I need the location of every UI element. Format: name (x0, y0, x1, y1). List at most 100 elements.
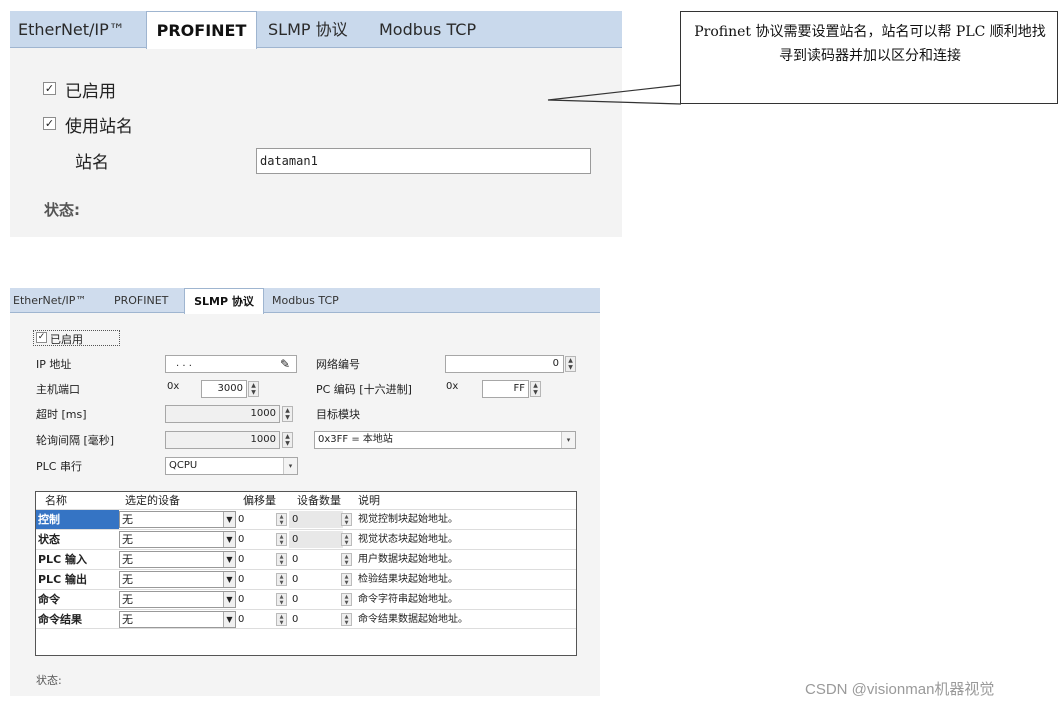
host-port-label: 主机端口 (36, 383, 80, 396)
offset-spinner-icon[interactable]: ▲ ▼ (276, 573, 287, 586)
station-name-input[interactable]: dataman1 (256, 148, 591, 174)
dropdown-arrow-icon[interactable]: ▼ (223, 532, 235, 547)
row-device-select[interactable]: 无 ▼ (119, 571, 236, 588)
row-device-select[interactable]: 无 ▼ (119, 551, 236, 568)
status-label: 状态: (44, 201, 80, 219)
network-number-input[interactable]: 0 (445, 355, 564, 373)
target-module-value: 0x3FF = 本地站 (318, 434, 393, 445)
row-offset[interactable]: 0 (238, 511, 244, 529)
row-count[interactable]: 0 (292, 571, 298, 589)
row-count[interactable]: 0 (292, 591, 298, 609)
row-offset[interactable]: 0 (238, 591, 244, 609)
count-spinner-icon[interactable]: ▲ ▼ (341, 553, 352, 566)
row-offset[interactable]: 0 (238, 611, 244, 629)
pencil-icon[interactable]: ✎ (280, 357, 290, 371)
poll-interval-spinner-icon[interactable]: ▲ ▼ (282, 432, 293, 448)
table-row[interactable]: PLC 输出 无 ▼ 0 ▲ ▼ 0 ▲ ▼ 检验结果块起始地址。 (36, 569, 576, 589)
table-row[interactable]: 命令 无 ▼ 0 ▲ ▼ 0 ▲ ▼ 命令字符串起始地址。 (36, 589, 576, 609)
offset-spinner-icon[interactable]: ▲ ▼ (276, 513, 287, 526)
tab-ethernet-ip[interactable]: EtherNet/IP™ (18, 11, 125, 48)
tab-slmp-2[interactable]: SLMP 协议 (184, 288, 264, 314)
dropdown-arrow-icon[interactable]: ▼ (223, 612, 235, 627)
offset-spinner-icon[interactable]: ▲ ▼ (276, 593, 287, 606)
row-name: 命令结果 (38, 613, 82, 626)
plc-serial-select[interactable]: QCPU ▾ (165, 457, 298, 475)
tab-modbus-tcp[interactable]: Modbus TCP (379, 11, 476, 48)
count-spinner-icon[interactable]: ▲ ▼ (341, 533, 352, 546)
timeout-input[interactable]: 1000 (165, 405, 280, 423)
ip-address-input[interactable]: . . . (165, 355, 297, 373)
offset-spinner-icon[interactable]: ▲ ▼ (276, 553, 287, 566)
device-table: 名称 选定的设备 偏移量 设备数量 说明 控制 无 ▼ 0 ▲ ▼ 0 ▲ ▼ 视觉控… (35, 491, 577, 656)
row-name: 状态 (38, 533, 60, 546)
row-count[interactable]: 0 (292, 531, 298, 549)
row-device-value: 无 (122, 573, 133, 586)
count-spinner-icon[interactable]: ▲ ▼ (341, 513, 352, 526)
pc-code-spinner-icon[interactable]: ▲ ▼ (530, 381, 541, 397)
tab-profinet[interactable]: PROFINET (146, 11, 257, 49)
pc-code-input[interactable]: FF (482, 380, 529, 398)
tab-profinet-2[interactable]: PROFINET (114, 288, 168, 313)
host-port-spinner-icon[interactable]: ▲ ▼ (248, 381, 259, 397)
table-row[interactable]: 控制 无 ▼ 0 ▲ ▼ 0 ▲ ▼ 视觉控制块起始地址。 (36, 509, 576, 529)
count-spinner-icon[interactable]: ▲ ▼ (341, 593, 352, 606)
poll-interval-label: 轮询间隔 [毫秒] (36, 434, 115, 447)
table-row[interactable]: 命令结果 无 ▼ 0 ▲ ▼ 0 ▲ ▼ 命令结果数据起始地址。 (36, 609, 576, 629)
host-port-prefix: 0x (167, 381, 180, 392)
enabled-label: 已启用 (65, 82, 116, 102)
network-number-spinner-icon[interactable]: ▲ ▼ (565, 356, 576, 372)
row-description: 视觉状态块起始地址。 (358, 534, 458, 545)
offset-spinner-icon[interactable]: ▲ ▼ (276, 533, 287, 546)
timeout-label: 超时 [ms] (36, 408, 87, 421)
row-count[interactable]: 0 (292, 551, 298, 569)
plc-serial-label: PLC 串行 (36, 460, 82, 473)
row-device-select[interactable]: 无 ▼ (119, 511, 236, 528)
col-header-count: 设备数量 (297, 494, 341, 507)
row-count[interactable]: 0 (292, 511, 298, 529)
profinet-settings-panel: EtherNet/IP™ PROFINET SLMP 协议 Modbus TCP… (10, 11, 622, 237)
col-header-name: 名称 (45, 494, 67, 507)
dropdown-arrow-icon[interactable]: ▼ (223, 552, 235, 567)
row-description: 视觉控制块起始地址。 (358, 514, 458, 525)
row-count[interactable]: 0 (292, 611, 298, 629)
count-spinner-icon[interactable]: ▲ ▼ (341, 573, 352, 586)
table-row[interactable]: PLC 输入 无 ▼ 0 ▲ ▼ 0 ▲ ▼ 用户数据块起始地址。 (36, 549, 576, 569)
tab-modbus-tcp-2[interactable]: Modbus TCP (272, 288, 339, 313)
use-station-name-checkbox[interactable]: ✓ (43, 117, 56, 130)
dropdown-arrow-icon[interactable]: ▼ (223, 572, 235, 587)
tab-ethernet-ip-2[interactable]: EtherNet/IP™ (13, 288, 86, 313)
row-device-select[interactable]: 无 ▼ (119, 611, 236, 628)
network-number-label: 网络编号 (316, 358, 360, 371)
poll-interval-input[interactable]: 1000 (165, 431, 280, 449)
tab-slmp[interactable]: SLMP 协议 (268, 11, 348, 48)
enabled-label-2: 已启用 (50, 333, 83, 346)
row-offset[interactable]: 0 (238, 531, 244, 549)
row-device-value: 无 (122, 513, 133, 526)
timeout-spinner-icon[interactable]: ▲ ▼ (282, 406, 293, 422)
target-module-dropdown-icon[interactable]: ▾ (561, 432, 575, 448)
plc-serial-dropdown-icon[interactable]: ▾ (283, 458, 297, 474)
offset-spinner-icon[interactable]: ▲ ▼ (276, 613, 287, 626)
row-name: 命令 (38, 593, 60, 606)
row-name: PLC 输入 (38, 553, 87, 566)
row-device-select[interactable]: 无 ▼ (119, 591, 236, 608)
ip-address-label: IP 地址 (36, 358, 72, 371)
slmp-settings-panel: EtherNet/IP™ PROFINET SLMP 协议 Modbus TCP… (10, 288, 600, 696)
count-spinner-icon[interactable]: ▲ ▼ (341, 613, 352, 626)
row-device-select[interactable]: 无 ▼ (119, 531, 236, 548)
target-module-select[interactable]: 0x3FF = 本地站 ▾ (314, 431, 576, 449)
table-row[interactable]: 状态 无 ▼ 0 ▲ ▼ 0 ▲ ▼ 视觉状态块起始地址。 (36, 529, 576, 549)
dropdown-arrow-icon[interactable]: ▼ (223, 592, 235, 607)
protocol-tab-bar-2: EtherNet/IP™ PROFINET SLMP 协议 Modbus TCP (10, 288, 600, 314)
enabled-checkbox-2[interactable]: ✓ (36, 332, 47, 343)
row-device-value: 无 (122, 533, 133, 546)
row-description: 用户数据块起始地址。 (358, 554, 458, 565)
enabled-checkbox[interactable]: ✓ (43, 82, 56, 95)
col-header-desc: 说明 (358, 494, 380, 507)
host-port-input[interactable]: 3000 (201, 380, 247, 398)
dropdown-arrow-icon[interactable]: ▼ (223, 512, 235, 527)
row-offset[interactable]: 0 (238, 571, 244, 589)
pc-code-label: PC 编码 [十六进制] (316, 383, 412, 396)
row-device-value: 无 (122, 613, 133, 626)
row-offset[interactable]: 0 (238, 551, 244, 569)
